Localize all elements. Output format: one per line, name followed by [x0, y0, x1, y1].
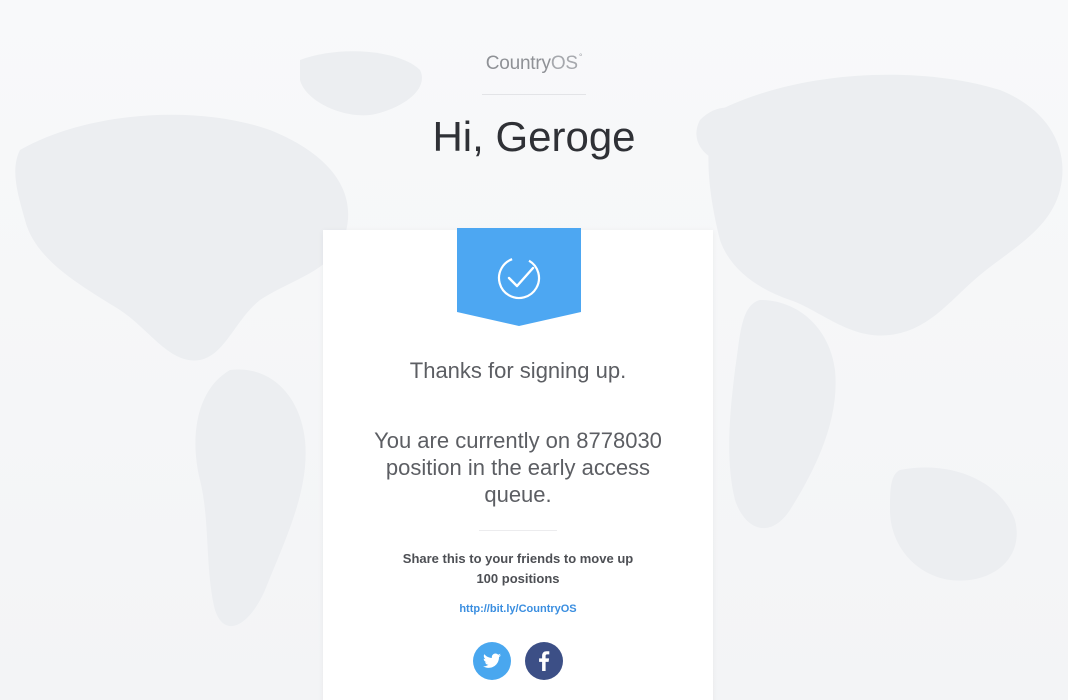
- check-circle-icon: [457, 228, 581, 326]
- share-instructions: Share this to your friends to move up 10…: [402, 551, 634, 586]
- facebook-icon: [539, 651, 550, 671]
- logo-country-text: Country: [485, 53, 551, 74]
- signup-confirmation-page: CountryOS° Hi, Geroge Thanks for signing…: [0, 0, 1068, 700]
- greeting-title: Hi, Geroge: [432, 113, 636, 160]
- twitter-share-button[interactable]: [473, 642, 511, 680]
- queue-position-message: You are currently on 8778030 position in…: [374, 428, 662, 507]
- card-divider: [479, 530, 557, 531]
- logo-os-text: OS: [550, 53, 578, 74]
- social-share-buttons: [473, 642, 563, 682]
- thanks-message: Thanks for signing up.: [409, 358, 627, 383]
- twitter-icon: [482, 653, 501, 668]
- facebook-share-button[interactable]: [525, 642, 563, 680]
- brand-logo[interactable]: CountryOS°: [0, 52, 1068, 75]
- logo-mark: °: [578, 52, 583, 62]
- share-link[interactable]: http://bit.ly/CountryOS: [323, 603, 713, 615]
- logo-divider: [482, 94, 586, 95]
- confirmation-card: Thanks for signing up. You are currently…: [323, 228, 713, 700]
